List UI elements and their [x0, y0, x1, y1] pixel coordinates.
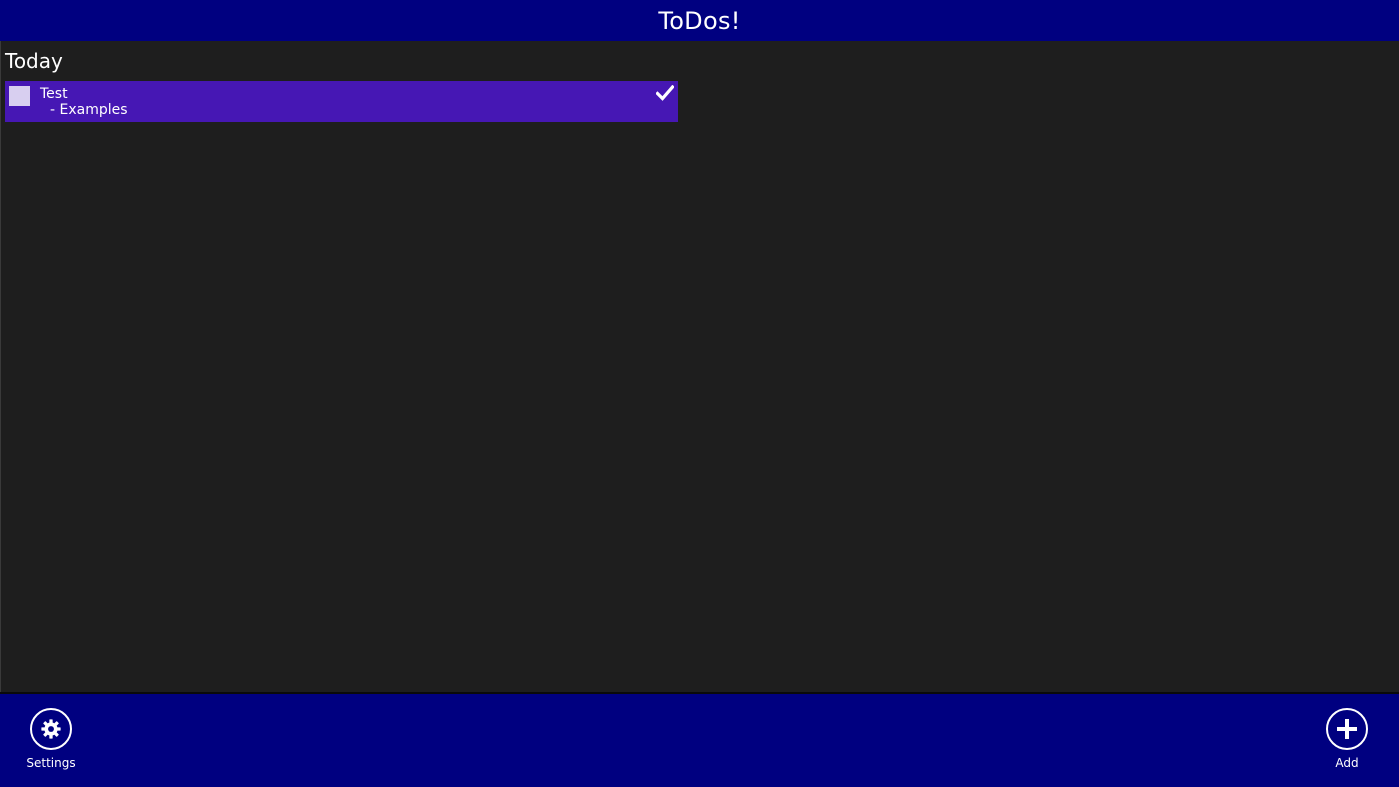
settings-circle[interactable] [30, 708, 72, 750]
main-content: Today Test - Examples [0, 41, 1399, 692]
gear-icon [41, 719, 61, 739]
checkmark-icon[interactable] [656, 85, 674, 101]
settings-button[interactable]: Settings [21, 708, 81, 778]
app-title: ToDos! [658, 6, 741, 35]
header-bar: ToDos! [0, 0, 1399, 41]
app-bar: Settings Add [0, 692, 1399, 787]
todo-title: Test [40, 86, 68, 102]
add-circle[interactable] [1326, 708, 1368, 750]
app-window: ToDos! Today Test - Examples Settings Ad… [0, 0, 1399, 787]
todo-subtitle: - Examples [50, 102, 128, 118]
plus-icon [1337, 719, 1357, 739]
add-button[interactable]: Add [1317, 708, 1377, 778]
section-title-today: Today [5, 49, 63, 73]
settings-label: Settings [26, 756, 76, 770]
todo-checkbox[interactable] [9, 86, 30, 106]
todo-item[interactable]: Test - Examples [5, 81, 678, 122]
add-label: Add [1335, 756, 1359, 770]
